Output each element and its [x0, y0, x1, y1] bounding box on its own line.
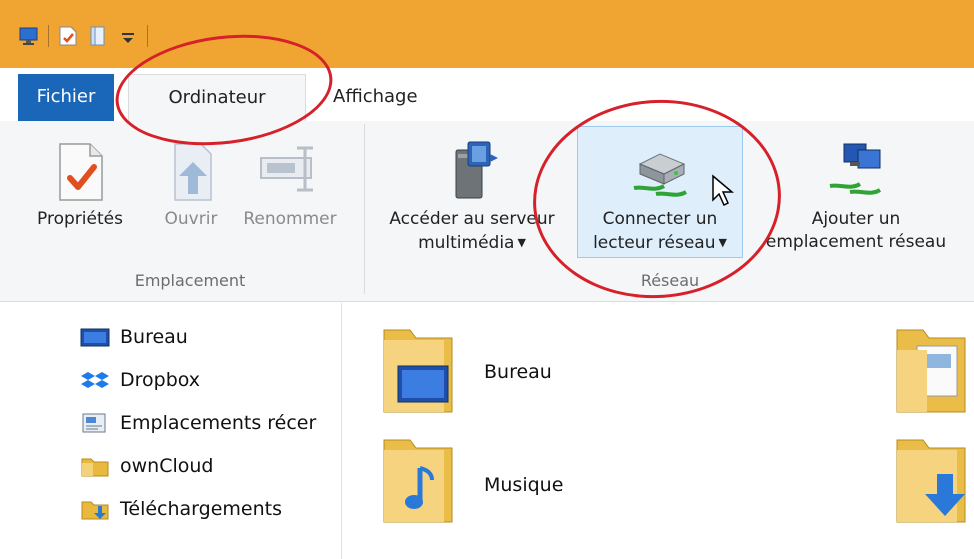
nav-item-owncloud[interactable]: ownCloud [80, 452, 213, 480]
nav-item-dropbox[interactable]: Dropbox [80, 366, 200, 394]
media-server-label-2: multimédia [418, 233, 515, 253]
group-separator [364, 124, 365, 294]
downloads-icon [81, 501, 109, 520]
recent-places-icon [82, 413, 106, 433]
tab-affichage[interactable]: Affichage [333, 74, 418, 120]
nav-item-label: Téléchargements [120, 498, 282, 520]
add-location-label-1: Ajouter un [811, 209, 901, 229]
folder-downloads-partial[interactable] [893, 436, 974, 528]
nav-item-label: Bureau [120, 326, 188, 348]
toolbar-separator [48, 25, 49, 47]
navigation-pane[interactable]: Bureau Dropbox Emplacements récer ownClo… [0, 303, 342, 559]
folder-bureau-label: Bureau [484, 361, 552, 383]
music-folder-icon [383, 439, 453, 523]
computer-icon[interactable] [18, 25, 40, 47]
nav-item-label: ownCloud [120, 455, 214, 477]
desktop-icon [80, 328, 110, 347]
media-server-icon [442, 140, 502, 202]
open-large-icon [161, 140, 221, 202]
tab-fichier[interactable]: Fichier [18, 74, 114, 122]
open-button[interactable]: Ouvrir [150, 140, 232, 231]
desktop-folder-icon [383, 329, 453, 413]
rename-label: Renommer [243, 209, 337, 229]
folder-icon [81, 458, 109, 477]
properties-icon[interactable] [57, 25, 79, 47]
emplacement-group-label: Emplacement [134, 271, 246, 290]
customize-toolbar-icon[interactable] [117, 25, 139, 47]
media-server-label-1: Accéder au serveur [389, 209, 555, 229]
downloads-folder-icon [896, 439, 966, 523]
folder-bureau[interactable] [380, 326, 460, 421]
nav-item-label: Dropbox [120, 369, 201, 391]
properties-button[interactable]: Propriétés [30, 140, 130, 231]
quick-access-toolbar [18, 20, 148, 52]
folder-musique-label: Musique [484, 474, 564, 496]
new-folder-icon[interactable] [87, 25, 109, 47]
toolbar-separator-2 [147, 25, 148, 47]
nav-item-emplacements-recents[interactable]: Emplacements récer [80, 409, 316, 437]
folder-documents-partial[interactable] [893, 326, 974, 416]
nav-item-telechargements[interactable]: Téléchargements [80, 495, 282, 523]
nav-item-label: Emplacements récer [120, 412, 317, 434]
folder-musique[interactable] [380, 436, 460, 531]
dropdown-caret-icon: ▼ [517, 236, 526, 249]
documents-folder-icon [896, 329, 966, 413]
properties-label: Propriétés [37, 209, 123, 229]
rename-button[interactable]: Renommer [232, 140, 348, 231]
open-label: Ouvrir [164, 209, 218, 229]
nav-item-bureau[interactable]: Bureau [80, 323, 188, 351]
properties-large-icon [50, 140, 110, 202]
dropbox-icon [81, 372, 109, 388]
add-location-label-2: emplacement réseau [765, 232, 947, 252]
network-location-icon [826, 140, 886, 202]
rename-large-icon [255, 140, 325, 202]
